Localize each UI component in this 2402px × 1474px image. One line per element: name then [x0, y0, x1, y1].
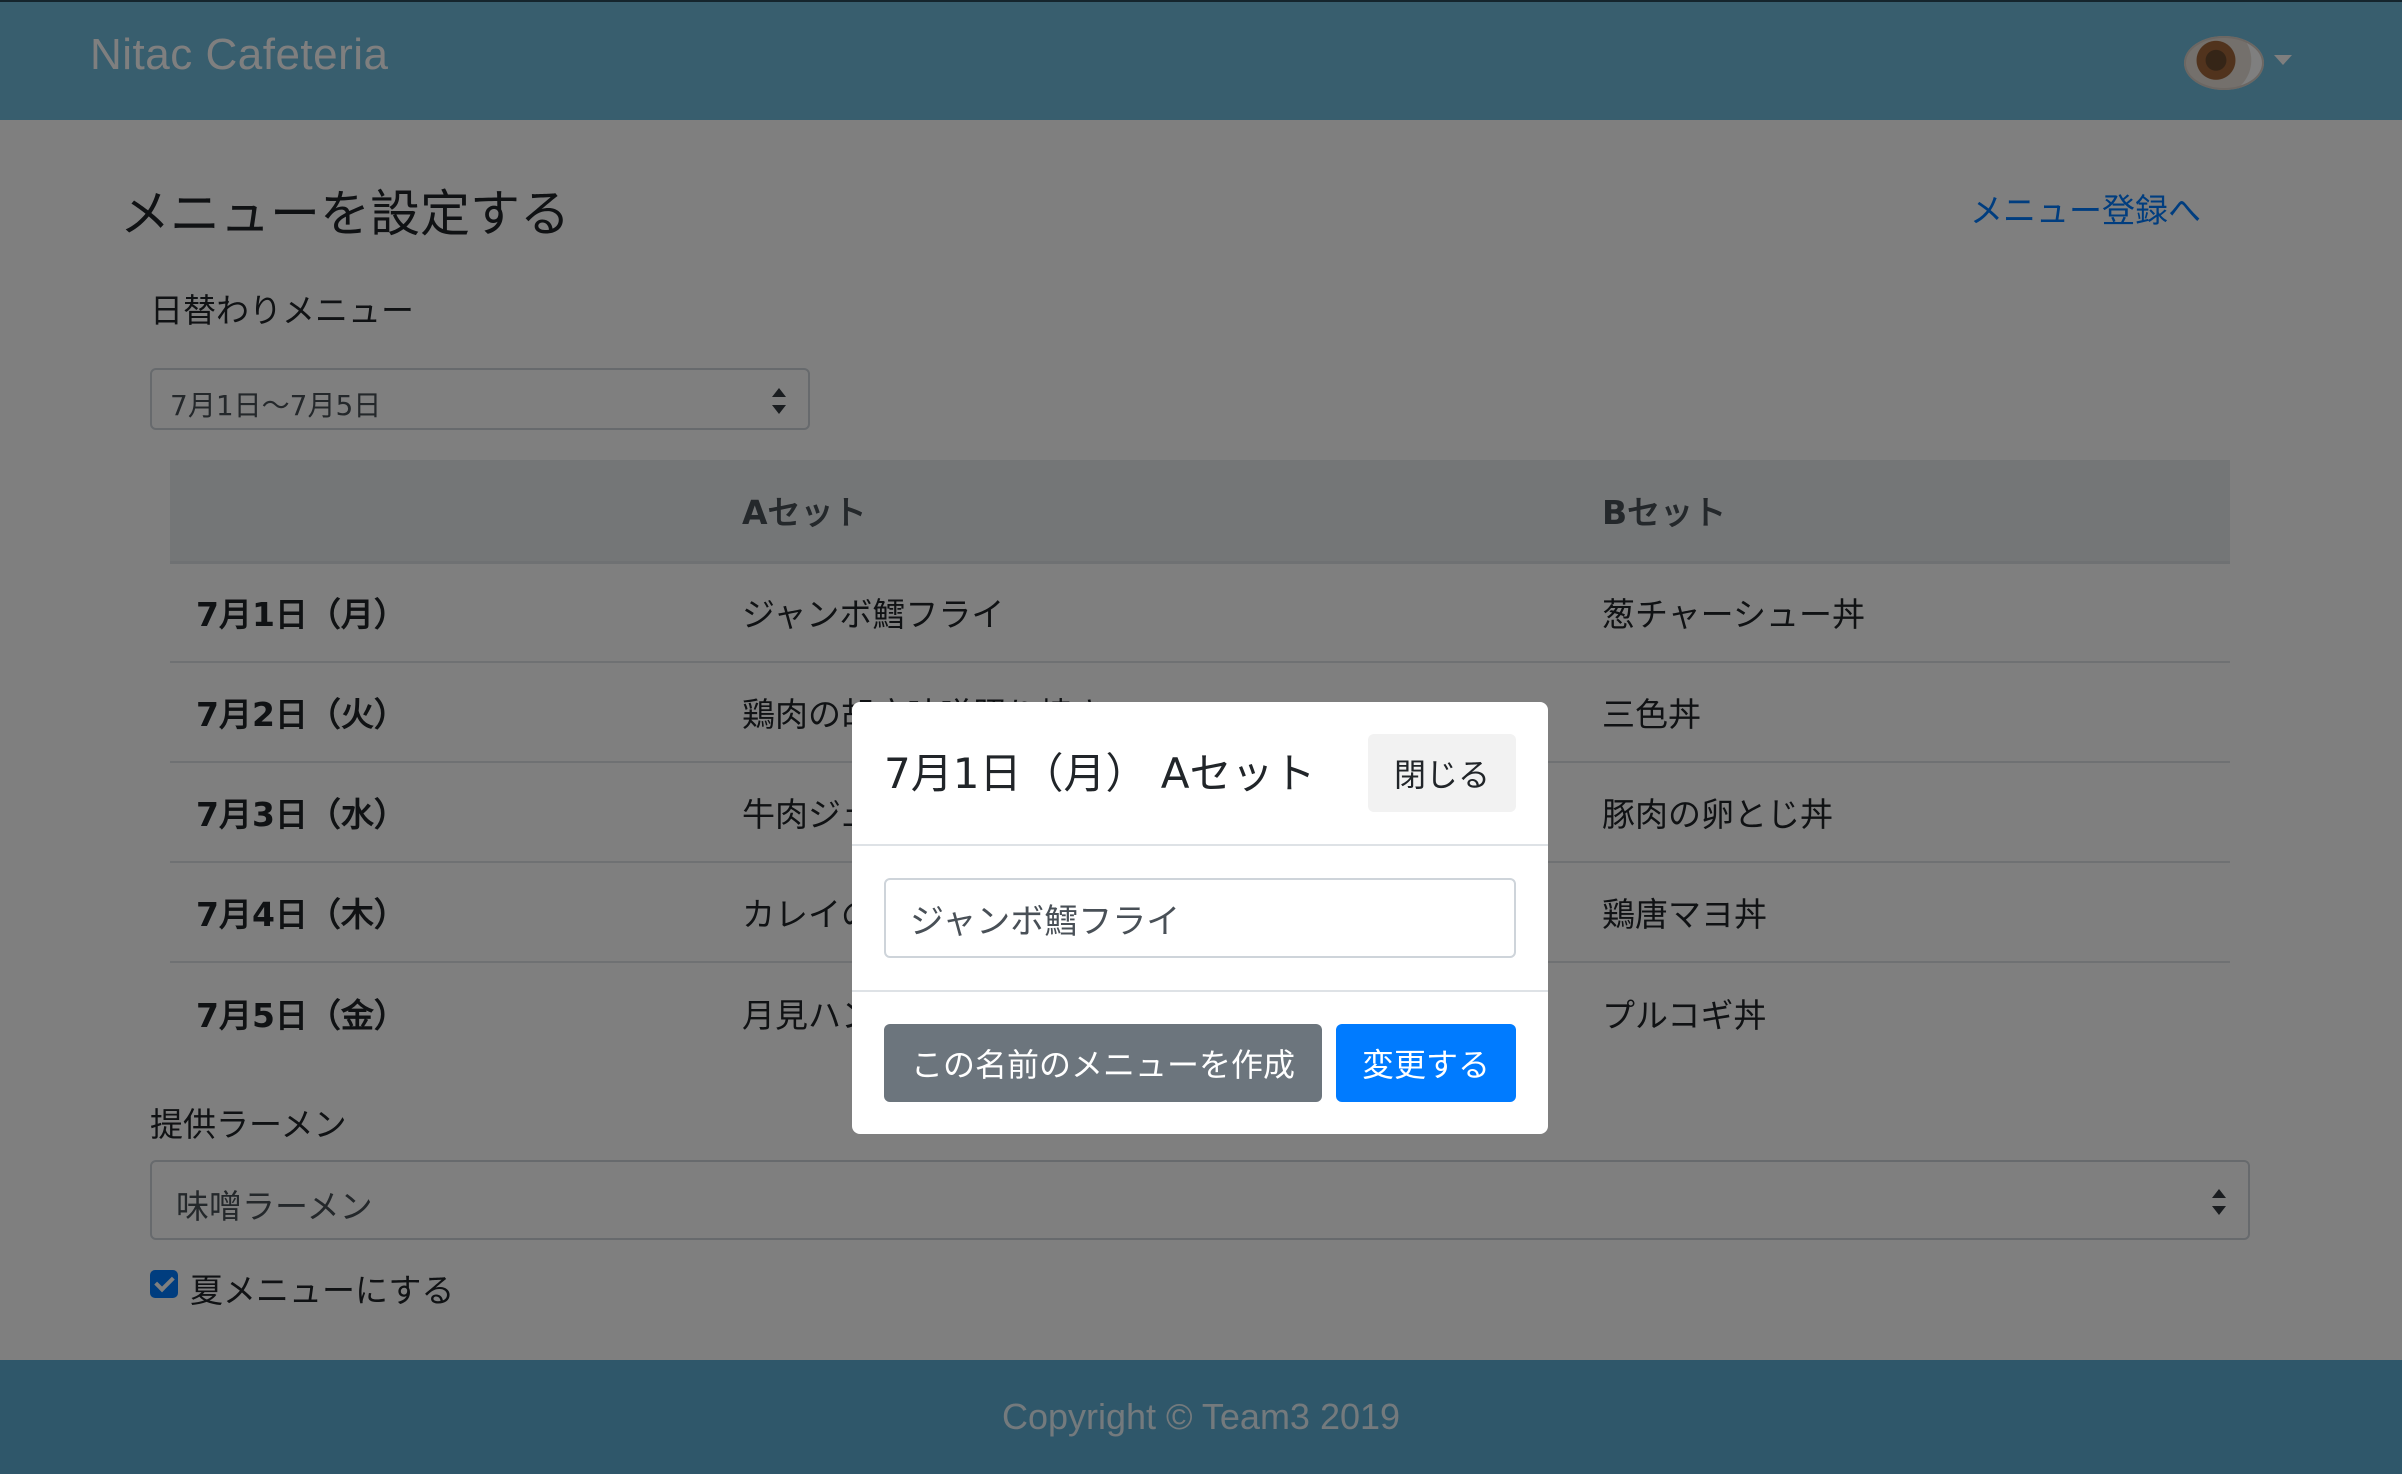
modal-header-divider [852, 844, 1548, 846]
close-button[interactable]: 閉じる [1368, 734, 1516, 812]
edit-menu-modal: 7月1日（月） Aセット 閉じる この名前のメニューを作成 変更する [852, 702, 1548, 1134]
menu-name-input[interactable] [884, 878, 1516, 958]
modal-title: 7月1日（月） Aセット [884, 749, 1316, 798]
change-button[interactable]: 変更する [1336, 1024, 1516, 1102]
create-menu-button[interactable]: この名前のメニューを作成 [884, 1024, 1322, 1102]
modal-footer-divider [852, 990, 1548, 992]
